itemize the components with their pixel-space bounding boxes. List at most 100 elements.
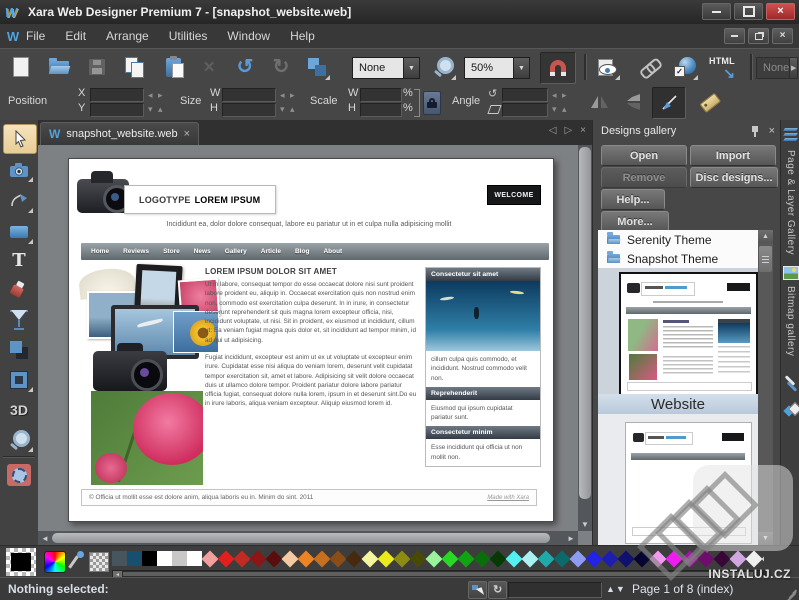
site-article[interactable]: LOREM IPSUM DOLOR SIT AMET Ut in labore,… [205,267,417,417]
horizontal-scrollbar[interactable]: ◄ ► [38,531,578,545]
shadow-tool[interactable] [3,336,35,364]
position-x-field[interactable] [90,88,144,102]
color-swatch[interactable] [266,550,283,567]
color-swatch[interactable] [330,550,347,567]
nudge-down-icon[interactable]: ▾ [552,105,557,114]
site-nav-news[interactable]: News [194,248,211,255]
delete-button[interactable]: × [194,52,224,82]
website-thumbnail-label[interactable]: Website [598,394,758,414]
theme-snapshot-theme[interactable]: Snapshot Theme [598,249,758,268]
color-swatch[interactable] [187,551,202,566]
color-swatch[interactable] [314,550,331,567]
color-swatch[interactable] [410,550,427,567]
palette-scrollbar-thumb[interactable] [123,572,753,576]
child-close-button[interactable]: × [772,28,793,44]
open-design-button[interactable]: Open [601,145,687,166]
undo-button[interactable]: ↺ [230,52,260,82]
nudge-down-icon[interactable]: ▾ [280,105,285,114]
tab-snapshot-website[interactable]: W snapshot_website.web × [40,122,199,145]
site-nav-blog[interactable]: Blog [295,248,309,255]
nudge-up-icon[interactable]: ▴ [158,105,163,114]
vertical-scrollbar[interactable]: ▼ [578,145,592,531]
color-swatch[interactable] [682,550,699,567]
site-nav-article[interactable]: Article [261,248,281,255]
scroll-down-icon[interactable]: ▼ [758,532,773,545]
live-drag-indicator[interactable] [468,581,487,599]
new-document-button[interactable] [6,52,36,82]
nudge-right-icon[interactable]: ▸ [158,91,163,100]
color-swatch[interactable] [666,550,683,567]
flip-vertical-button[interactable] [618,87,648,117]
disc-designs-button[interactable]: Disc designs... [690,167,778,188]
shape-editor-tool[interactable] [3,187,35,215]
chevron-down-icon[interactable]: ▼ [513,58,529,78]
color-swatch[interactable] [346,550,363,567]
site-logo-box[interactable]: LOGOTYPE LOREM IPSUM [124,185,276,214]
scale-h-field[interactable] [360,103,402,117]
resize-grip[interactable] [785,587,797,599]
color-swatch[interactable] [442,550,459,567]
bitmap-icon[interactable] [783,266,799,280]
site-welcome-button[interactable]: WELCOME [487,185,541,205]
flip-horizontal-button[interactable] [584,87,614,117]
site-nav-reviews[interactable]: Reviews [123,248,149,255]
bevel-tool[interactable] [3,366,35,394]
design-page[interactable]: LOGOTYPE LOREM IPSUM WELCOME Incididunt … [68,158,554,522]
maximize-button[interactable] [734,3,763,20]
tab-close-all-icon[interactable]: × [580,125,586,136]
snap-indicator[interactable]: ↺ [488,581,507,599]
color-swatch[interactable] [490,550,507,567]
fill-tool[interactable] [3,276,35,304]
designs-gallery-header[interactable]: Designs gallery × [593,120,781,141]
link-button[interactable] [634,52,664,82]
site-nav-about[interactable]: About [323,248,342,255]
chevron-down-icon[interactable]: ▼ [403,58,419,78]
text-tool[interactable]: T [3,247,35,275]
import-button[interactable]: Import [690,145,776,166]
status-value-field[interactable] [508,582,602,598]
close-icon[interactable]: × [769,125,775,137]
color-swatch[interactable] [714,550,731,567]
website-thumbnail[interactable] [619,272,758,398]
publish-website-button[interactable]: ✓ [670,52,700,82]
color-swatch[interactable] [172,551,187,566]
nudge-up-icon[interactable]: ▴ [290,105,295,114]
help-button[interactable]: Help... [601,189,665,210]
tab-scroll-left-icon[interactable]: ◁ [549,125,557,136]
color-swatch[interactable] [362,550,379,567]
tab-close-icon[interactable]: × [184,128,190,140]
color-swatch[interactable] [250,550,267,567]
theme-serenity-theme[interactable]: Serenity Theme [598,230,758,249]
color-swatch[interactable] [586,550,603,567]
color-swatch[interactable] [506,550,523,567]
site-tagline[interactable]: Incididunt ea, dolor dolore consequat, l… [109,221,509,228]
scroll-up-icon[interactable]: ▲ [758,230,773,243]
color-swatch[interactable] [522,550,539,567]
menu-help[interactable]: Help [290,29,315,43]
color-swatch[interactable] [650,550,667,567]
selector-tool[interactable] [3,124,37,154]
color-swatch[interactable] [127,551,142,566]
color-swatch[interactable] [112,551,127,566]
paste-button[interactable] [158,52,188,82]
extrude-3d-tool[interactable]: 3D [3,396,35,424]
color-swatch[interactable] [234,550,251,567]
site-nav-store[interactable]: Store [163,248,180,255]
color-swatch[interactable] [298,550,315,567]
preview-website-button[interactable] [592,52,622,82]
more-button[interactable]: More... [601,211,669,232]
color-swatch[interactable] [474,550,491,567]
lock-aspect-button[interactable] [423,91,441,115]
site-logo-camera-image[interactable] [75,167,131,217]
nudge-right-icon[interactable]: ▸ [290,91,295,100]
no-color-swatch[interactable] [89,552,109,572]
copy-button[interactable] [120,52,150,82]
transform-gallery-button[interactable] [782,374,799,394]
current-color-swatch[interactable] [6,548,36,576]
minimize-button[interactable] [702,3,731,20]
color-swatch[interactable] [570,550,587,567]
vertical-scrollbar-thumb[interactable] [579,147,591,499]
color-swatch[interactable] [538,550,555,567]
site-nav-gallery[interactable]: Gallery [225,248,247,255]
color-swatch[interactable] [378,550,395,567]
